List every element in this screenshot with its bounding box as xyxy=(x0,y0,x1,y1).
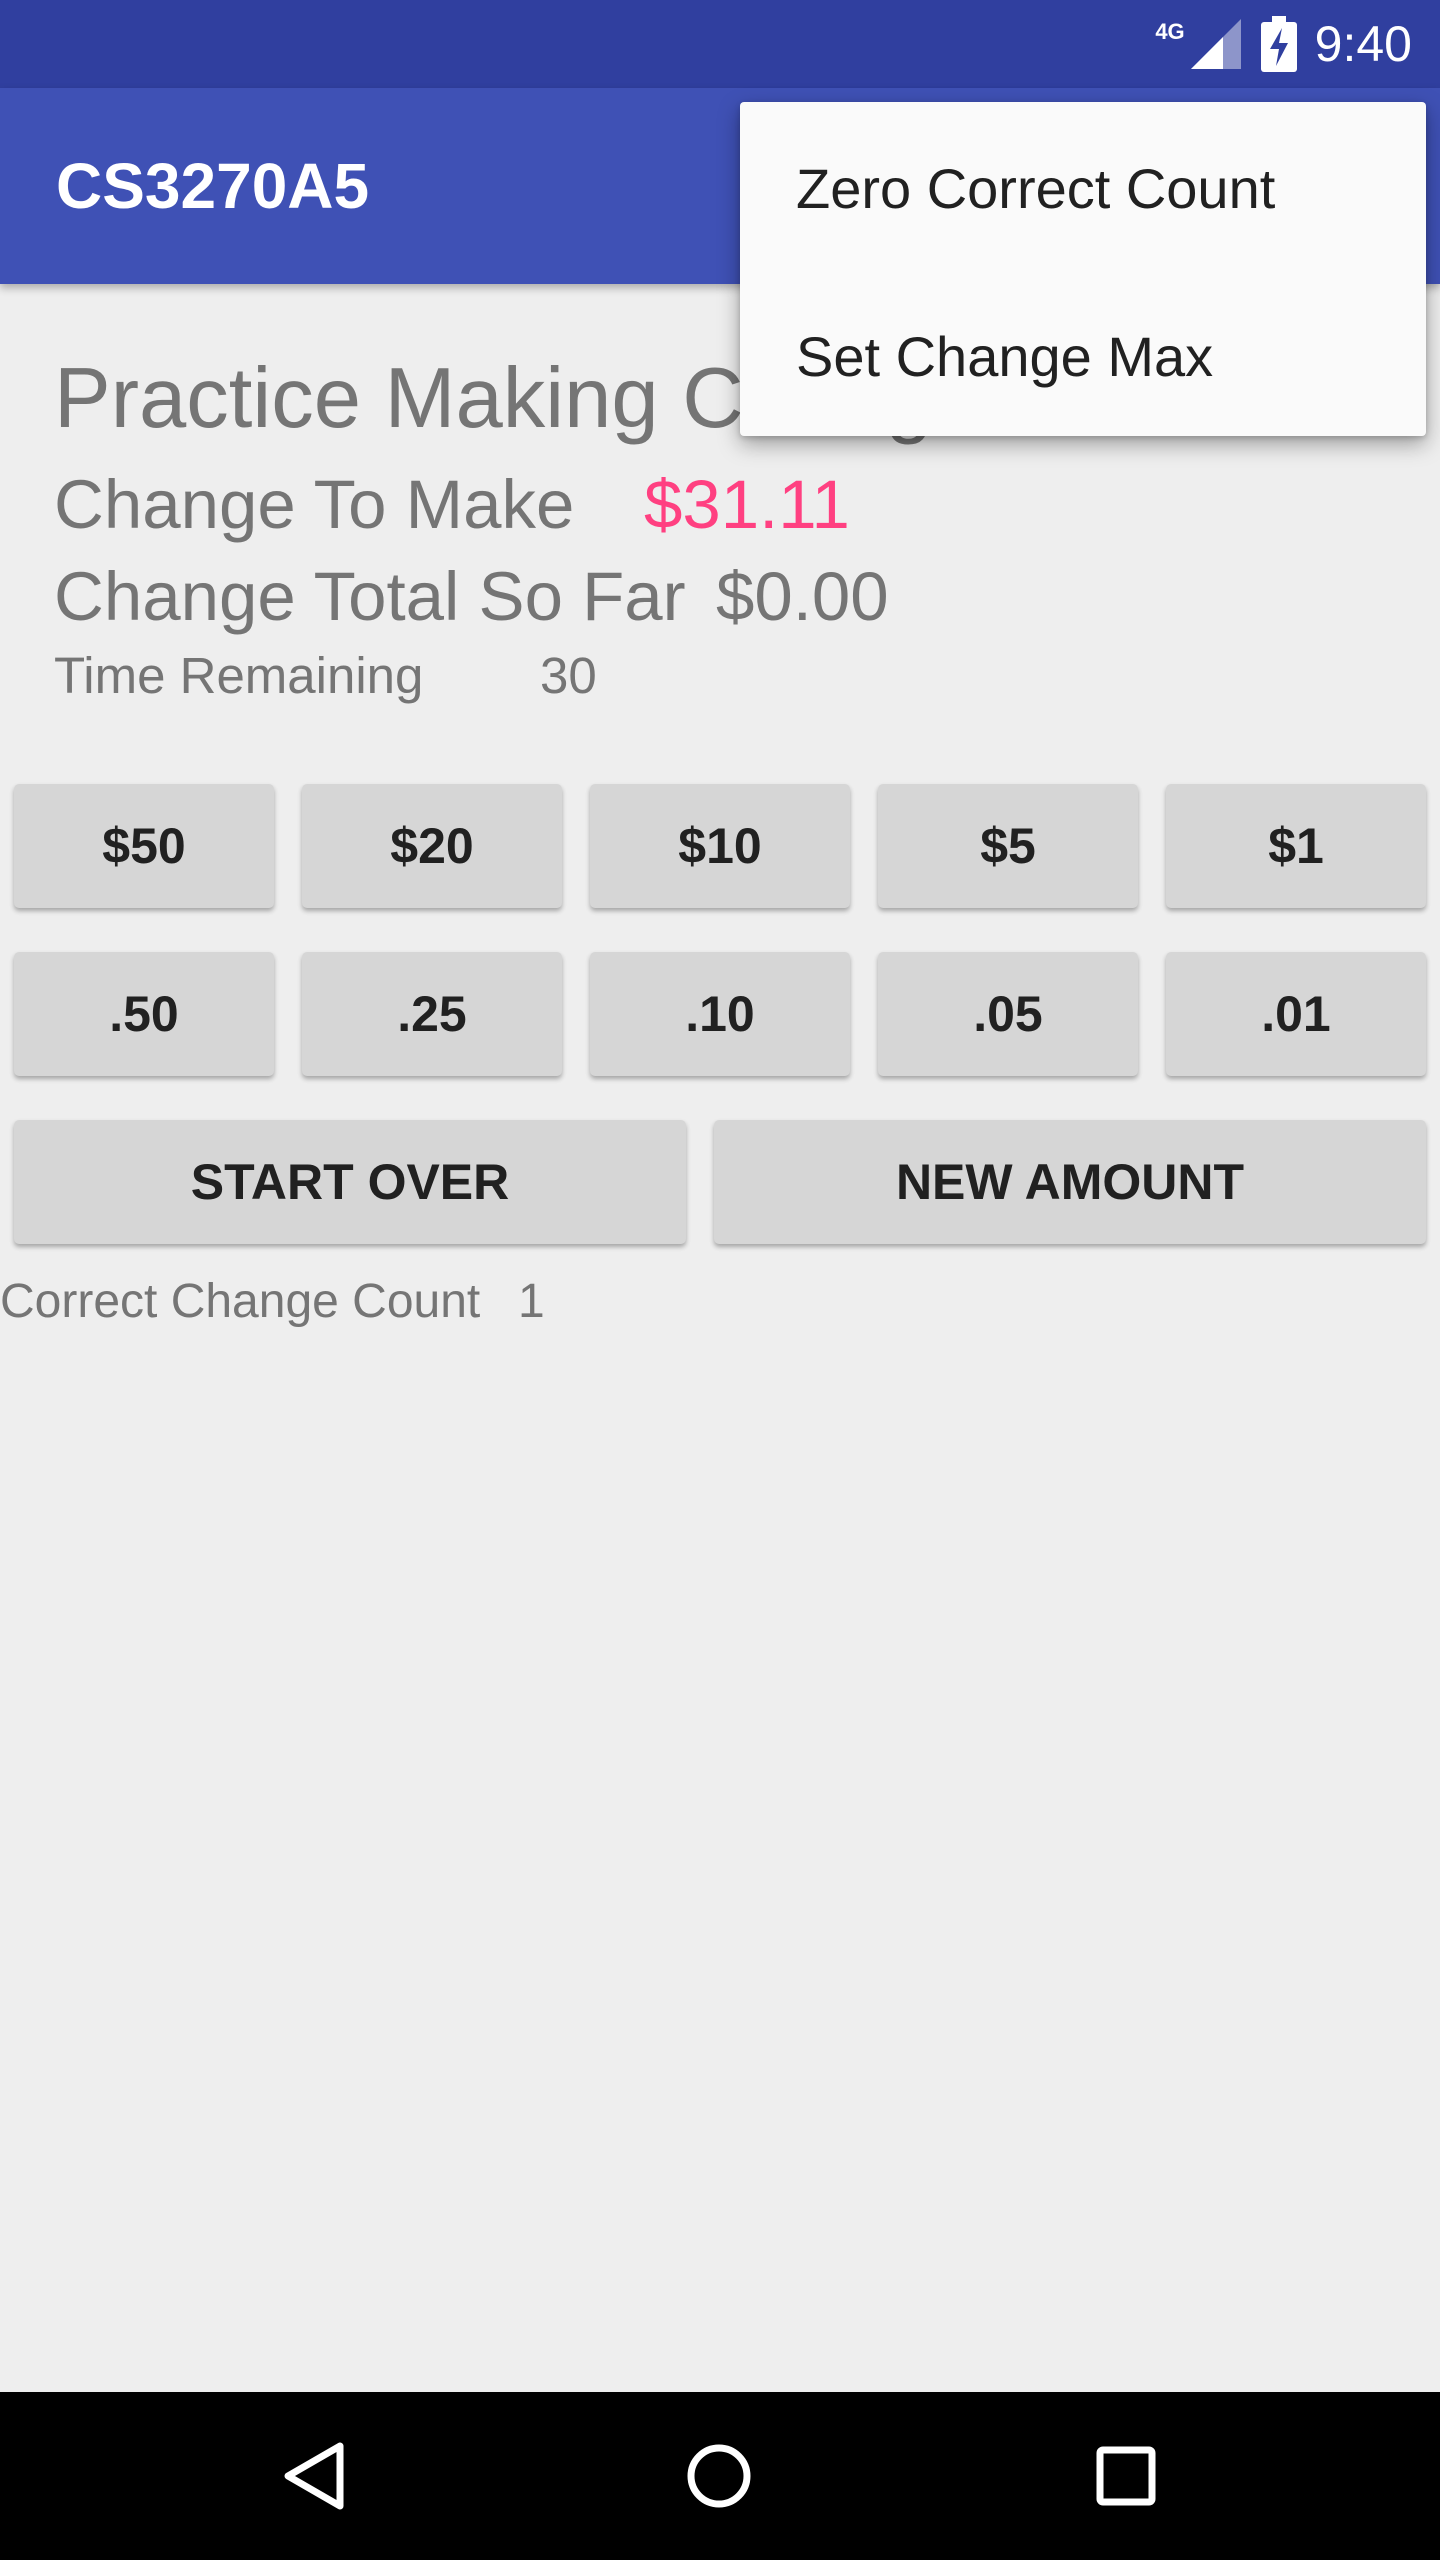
time-remaining-value: 30 xyxy=(540,647,597,704)
status-clock: 9:40 xyxy=(1314,16,1412,72)
coin-05-button[interactable]: .05 xyxy=(878,952,1138,1076)
back-icon xyxy=(284,2442,344,2510)
bill-1-button[interactable]: $1 xyxy=(1166,784,1426,908)
correct-count-label: Correct Change Count xyxy=(0,1275,481,1328)
network-type: 4G xyxy=(1155,19,1185,44)
coin-10-button[interactable]: .10 xyxy=(590,952,850,1076)
overflow-menu: Zero Correct Count Set Change Max xyxy=(740,102,1426,436)
coin-50-button[interactable]: .50 xyxy=(14,952,274,1076)
bill-20-button[interactable]: $20 xyxy=(302,784,562,908)
navigation-bar xyxy=(0,2392,1440,2560)
home-button[interactable] xyxy=(686,2392,752,2560)
signal-icon xyxy=(1190,19,1241,69)
status-icons: 4G 9:40 xyxy=(1155,0,1412,88)
menu-item-zero-correct-count[interactable]: Zero Correct Count xyxy=(796,156,1275,221)
change-total-value: $0.00 xyxy=(716,558,889,635)
change-to-make-value: $31.11 xyxy=(644,466,850,543)
menu-item-set-change-max[interactable]: Set Change Max xyxy=(796,324,1213,389)
recents-icon xyxy=(1096,2446,1156,2506)
change-total-label: Change Total So Far xyxy=(54,558,686,635)
app-title: CS3270A5 xyxy=(56,150,370,222)
bill-10-button[interactable]: $10 xyxy=(590,784,850,908)
home-icon xyxy=(687,2444,751,2508)
status-bar: 4G 9:40 xyxy=(0,0,1440,88)
change-to-make-label: Change To Make xyxy=(54,466,575,543)
bill-50-button[interactable]: $50 xyxy=(14,784,274,908)
battery-charging-icon xyxy=(1260,16,1297,72)
bill-5-button[interactable]: $5 xyxy=(878,784,1138,908)
time-remaining-label: Time Remaining xyxy=(54,647,424,704)
coin-25-button[interactable]: .25 xyxy=(302,952,562,1076)
back-button[interactable] xyxy=(282,2392,346,2560)
recents-button[interactable] xyxy=(1096,2392,1156,2560)
correct-count-value: 1 xyxy=(518,1275,545,1328)
start-over-button[interactable]: START OVER xyxy=(14,1120,686,1244)
new-amount-button[interactable]: NEW AMOUNT xyxy=(714,1120,1426,1244)
coin-01-button[interactable]: .01 xyxy=(1166,952,1426,1076)
